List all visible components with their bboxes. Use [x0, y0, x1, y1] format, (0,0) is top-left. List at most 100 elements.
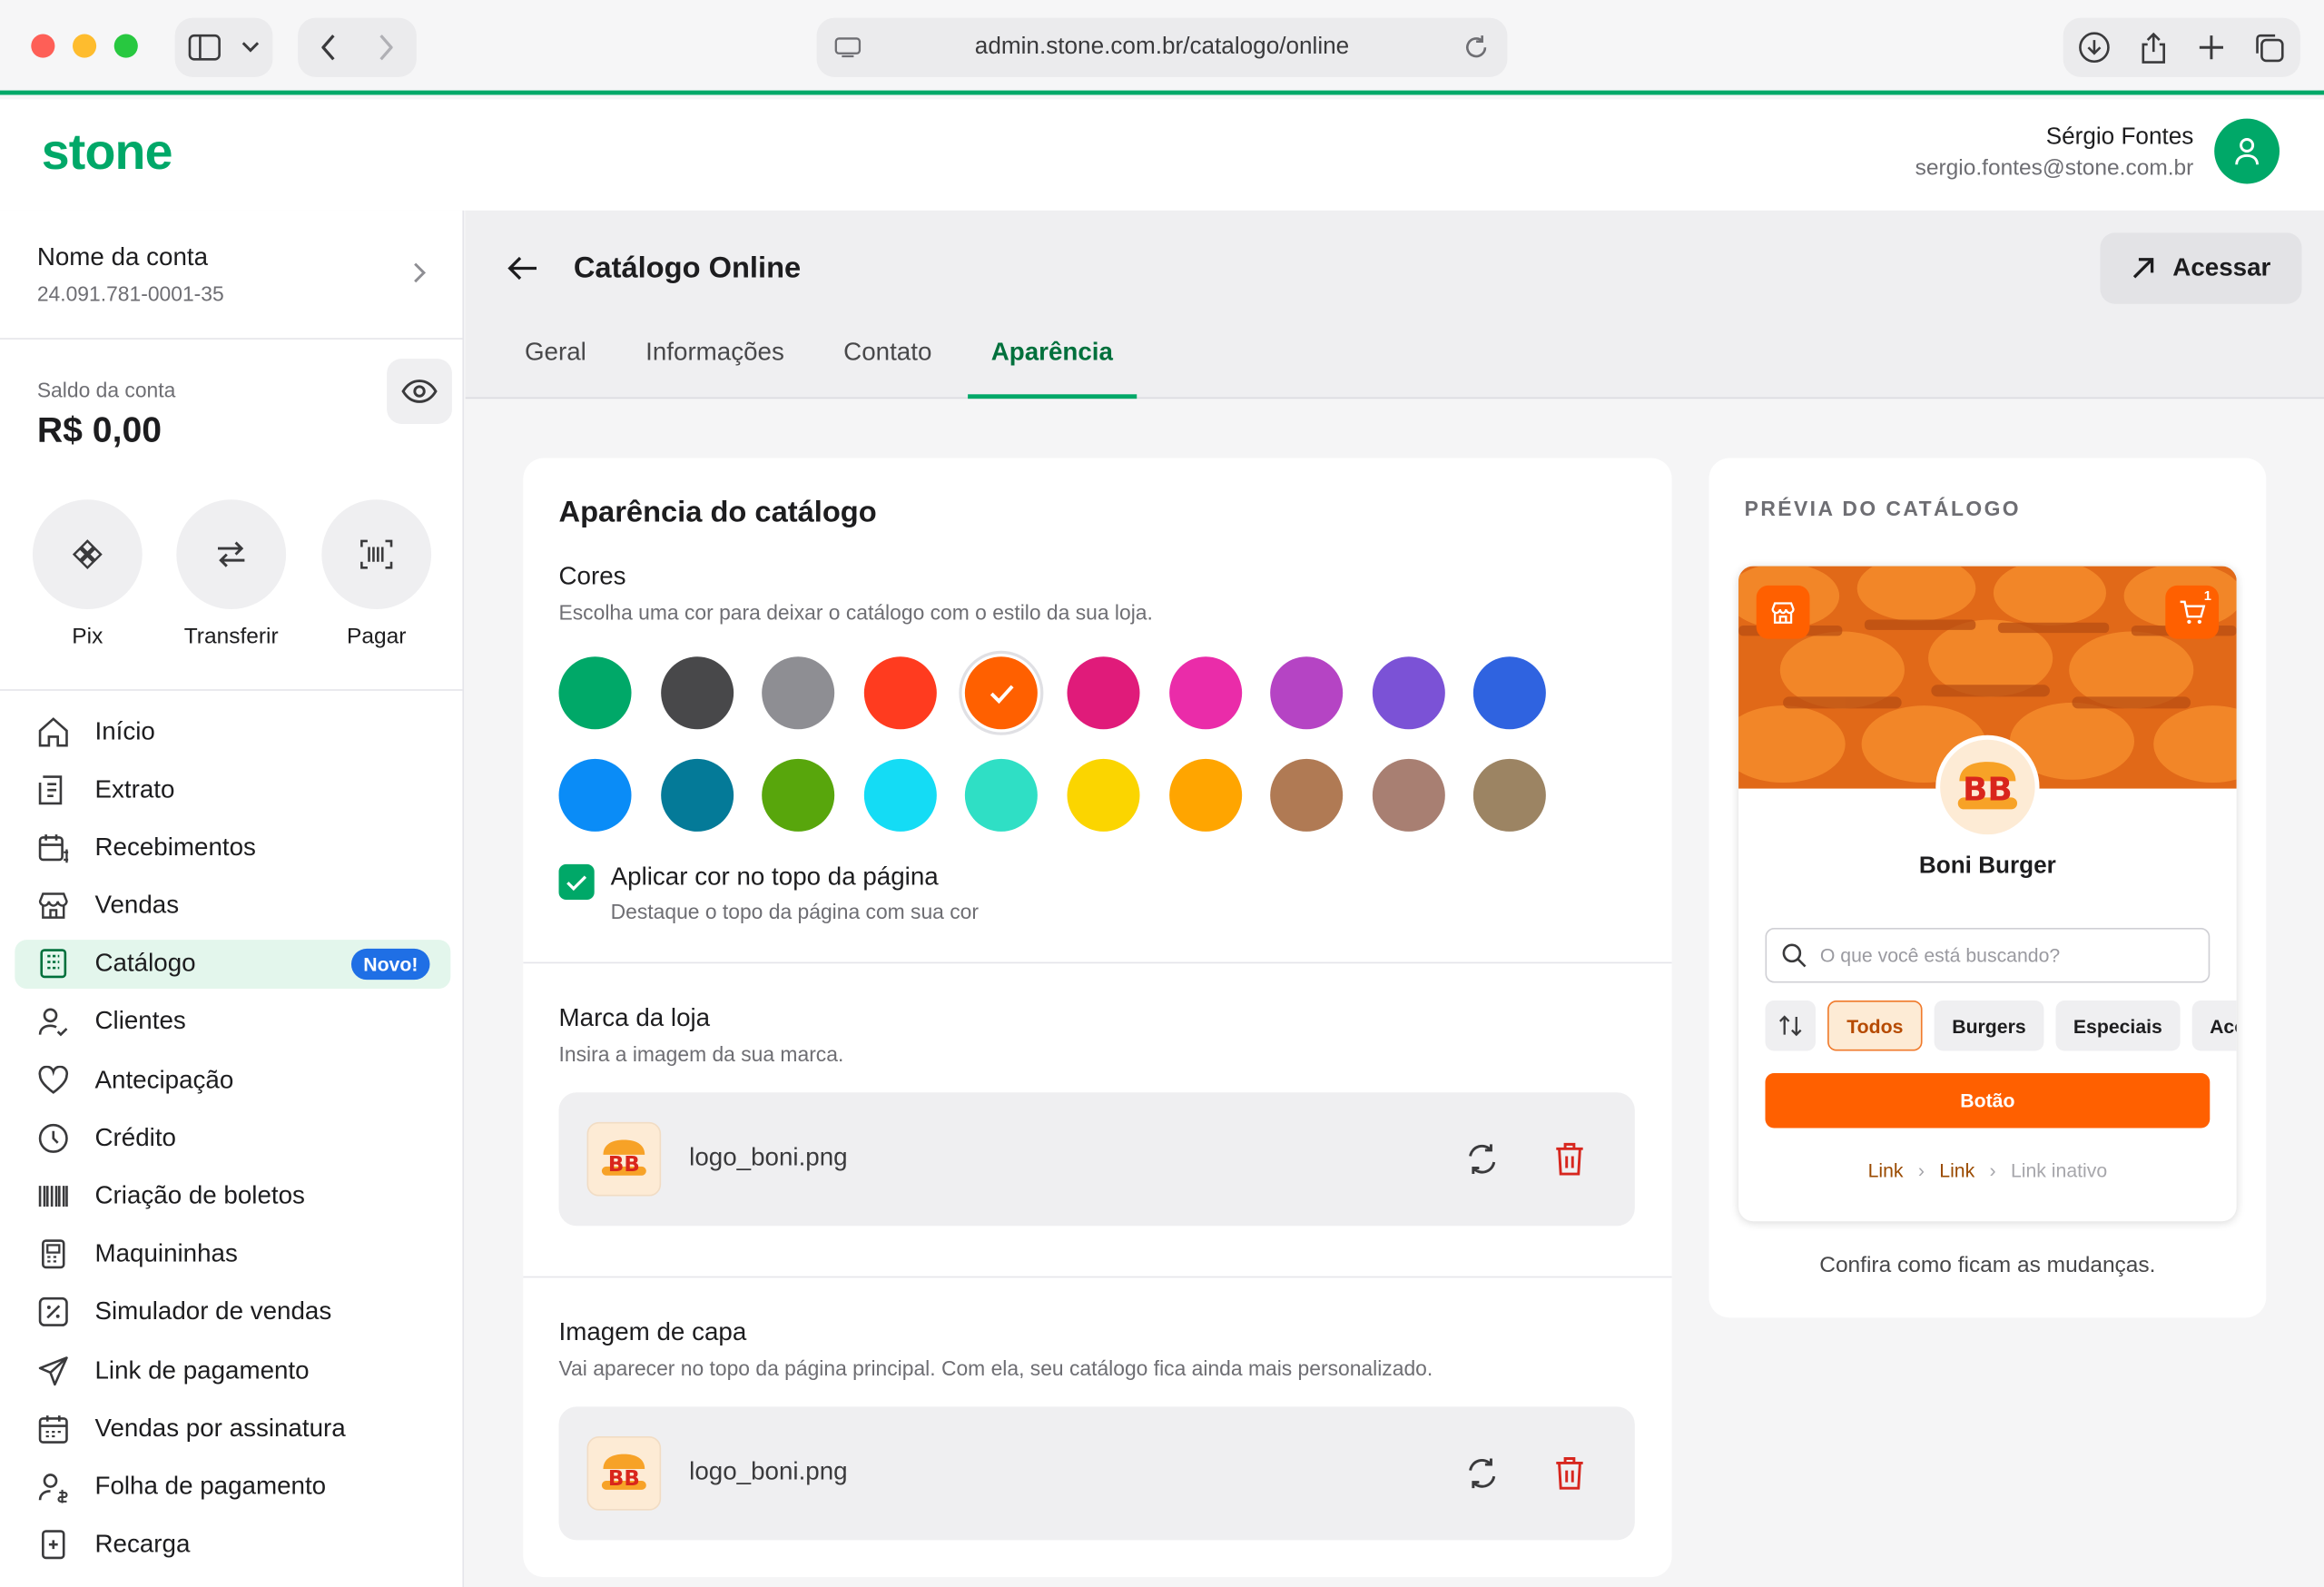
- sidebar-item-inicio[interactable]: Início: [15, 707, 450, 756]
- pay-button[interactable]: [321, 499, 432, 610]
- sidebar-toggle-button[interactable]: [174, 17, 273, 77]
- sidebar-item-label: Crédito: [94, 1123, 176, 1152]
- sidebar-item-vendas[interactable]: Vendas: [15, 882, 450, 931]
- sidebar-item-extrato[interactable]: Extrato: [15, 765, 450, 814]
- toggle-balance-button[interactable]: [387, 359, 452, 424]
- sidebar-item-clientes[interactable]: Clientes: [15, 998, 450, 1047]
- preview-primary-button[interactable]: Botão: [1765, 1073, 2211, 1129]
- color-swatch[interactable]: [1372, 758, 1445, 832]
- brand-subtitle: Insira a imagem da sua marca.: [558, 1041, 844, 1066]
- trash-icon[interactable]: [1553, 1455, 1586, 1491]
- color-swatch[interactable]: [1067, 758, 1140, 832]
- transfer-button[interactable]: [176, 499, 287, 610]
- reload-icon[interactable]: [1462, 34, 1489, 61]
- preview-cart-button[interactable]: 1: [2165, 585, 2220, 639]
- sidebar-item-label: Simulador de vendas: [94, 1297, 332, 1326]
- color-swatch[interactable]: [762, 758, 835, 832]
- color-swatch[interactable]: [863, 656, 937, 730]
- sidebar-item-recebimentos[interactable]: Recebimentos: [15, 823, 450, 872]
- color-swatch[interactable]: [1473, 656, 1547, 730]
- sidebar-item-credito[interactable]: Crédito: [15, 1114, 450, 1163]
- sidebar-item-label: Recarga: [94, 1530, 191, 1559]
- sidebar-item-antecipacao[interactable]: Antecipação: [15, 1056, 450, 1105]
- address-bar[interactable]: admin.stone.com.br/catalogo/online: [816, 17, 1508, 77]
- share-icon[interactable]: [2139, 31, 2169, 64]
- chip-acom[interactable]: Acom: [2191, 1000, 2237, 1051]
- preview-store-button[interactable]: [1756, 585, 1810, 639]
- sidebar-item-label: Vendas por assinatura: [94, 1414, 346, 1443]
- tab-geral[interactable]: Geral: [501, 332, 610, 399]
- color-swatch[interactable]: [660, 656, 734, 730]
- replace-icon[interactable]: [1464, 1455, 1500, 1491]
- preview-frame: 1 BB Boni Burger O que você está buscand…: [1738, 566, 2237, 1222]
- divider: [523, 1276, 1672, 1278]
- color-swatch[interactable]: [762, 656, 835, 730]
- tab-bar: Geral Informações Contato Aparência: [501, 332, 1148, 399]
- back-arrow-icon[interactable]: [507, 255, 539, 281]
- maximize-window-button[interactable]: [113, 34, 138, 58]
- store-logo-text: BB: [1962, 772, 2013, 810]
- forward-icon[interactable]: [378, 34, 393, 61]
- color-swatch[interactable]: [660, 758, 734, 832]
- color-swatch[interactable]: [1270, 758, 1344, 832]
- quick-action-transfer[interactable]: Transferir: [176, 499, 287, 649]
- sort-button[interactable]: [1765, 1000, 1816, 1051]
- color-swatch[interactable]: [558, 656, 632, 730]
- sidebar-item-label: Catálogo: [94, 949, 196, 978]
- clock-icon: [35, 1120, 71, 1156]
- close-window-button[interactable]: [31, 34, 55, 58]
- tab-contato[interactable]: Contato: [820, 332, 955, 399]
- sidebar-item-assinatura[interactable]: Vendas por assinatura: [15, 1405, 450, 1454]
- tab-informacoes[interactable]: Informações: [622, 332, 808, 399]
- svg-text:BB: BB: [608, 1153, 640, 1177]
- user-email: sergio.fontes@stone.com.br: [1915, 155, 2194, 182]
- tab-aparencia[interactable]: Aparência: [967, 332, 1137, 399]
- download-icon[interactable]: [2078, 31, 2111, 64]
- color-swatch[interactable]: [863, 758, 937, 832]
- pix-button[interactable]: [32, 499, 143, 610]
- sidebar-item-simulador[interactable]: Simulador de vendas: [15, 1288, 450, 1337]
- trash-icon[interactable]: [1553, 1141, 1586, 1177]
- account-selector[interactable]: Nome da conta 24.091.781-0001-35: [0, 211, 465, 340]
- back-icon[interactable]: [321, 34, 336, 61]
- quick-action-pay[interactable]: Pagar: [321, 499, 432, 649]
- chip-todos[interactable]: Todos: [1827, 1000, 1923, 1051]
- preview-link[interactable]: Link: [1868, 1159, 1904, 1181]
- color-swatch[interactable]: [558, 758, 632, 832]
- color-swatch[interactable]: [1067, 656, 1140, 730]
- chip-burgers[interactable]: Burgers: [1934, 1000, 2044, 1051]
- new-tab-icon[interactable]: [2198, 34, 2224, 61]
- apply-top-checkbox[interactable]: [558, 863, 595, 901]
- sidebar-item-recarga[interactable]: Recarga: [15, 1520, 450, 1569]
- color-swatch[interactable]: [965, 758, 1039, 832]
- external-arrow-icon: [2132, 258, 2154, 279]
- chevron-right-icon: ›: [1917, 1158, 1925, 1182]
- access-button[interactable]: Acessar: [2100, 232, 2302, 304]
- sidebar-item-link-pagamento[interactable]: Link de pagamento: [15, 1346, 450, 1395]
- color-swatch[interactable]: [965, 656, 1039, 730]
- sidebar-item-maquininhas[interactable]: Maquininhas: [15, 1230, 450, 1279]
- sidebar-item-boletos[interactable]: Criação de boletos: [15, 1172, 450, 1221]
- url-text: admin.stone.com.br/catalogo/online: [974, 34, 1350, 60]
- avatar[interactable]: [2214, 118, 2280, 184]
- color-swatch[interactable]: [1473, 758, 1547, 832]
- browser-actions: [2063, 17, 2300, 77]
- tabs-overview-icon[interactable]: [2253, 31, 2286, 64]
- preview-search-input[interactable]: O que você está buscando?: [1765, 928, 2211, 983]
- chevron-right-icon: [414, 262, 427, 283]
- color-swatch[interactable]: [1168, 656, 1242, 730]
- color-swatch[interactable]: [1168, 758, 1242, 832]
- stone-logo[interactable]: stone: [42, 124, 173, 182]
- chip-especiais[interactable]: Especiais: [2055, 1000, 2181, 1051]
- preview-link[interactable]: Link: [1939, 1159, 1974, 1181]
- replace-icon[interactable]: [1464, 1141, 1500, 1177]
- sidebar-item-folha[interactable]: Folha de pagamento: [15, 1463, 450, 1512]
- color-swatch[interactable]: [1270, 656, 1344, 730]
- apply-top-color-option[interactable]: Aplicar cor no topo da página Destaque o…: [558, 862, 979, 923]
- sidebar-nav: Início Extrato Recebimentos Vendas Catál…: [15, 707, 451, 1579]
- color-swatch[interactable]: [1372, 656, 1445, 730]
- colors-subtitle: Escolha uma cor para deixar o catálogo c…: [558, 600, 1153, 625]
- minimize-window-button[interactable]: [72, 34, 97, 58]
- sidebar-item-catalogo[interactable]: Catálogo Novo!: [15, 939, 451, 989]
- quick-action-pix[interactable]: Pix: [32, 499, 143, 649]
